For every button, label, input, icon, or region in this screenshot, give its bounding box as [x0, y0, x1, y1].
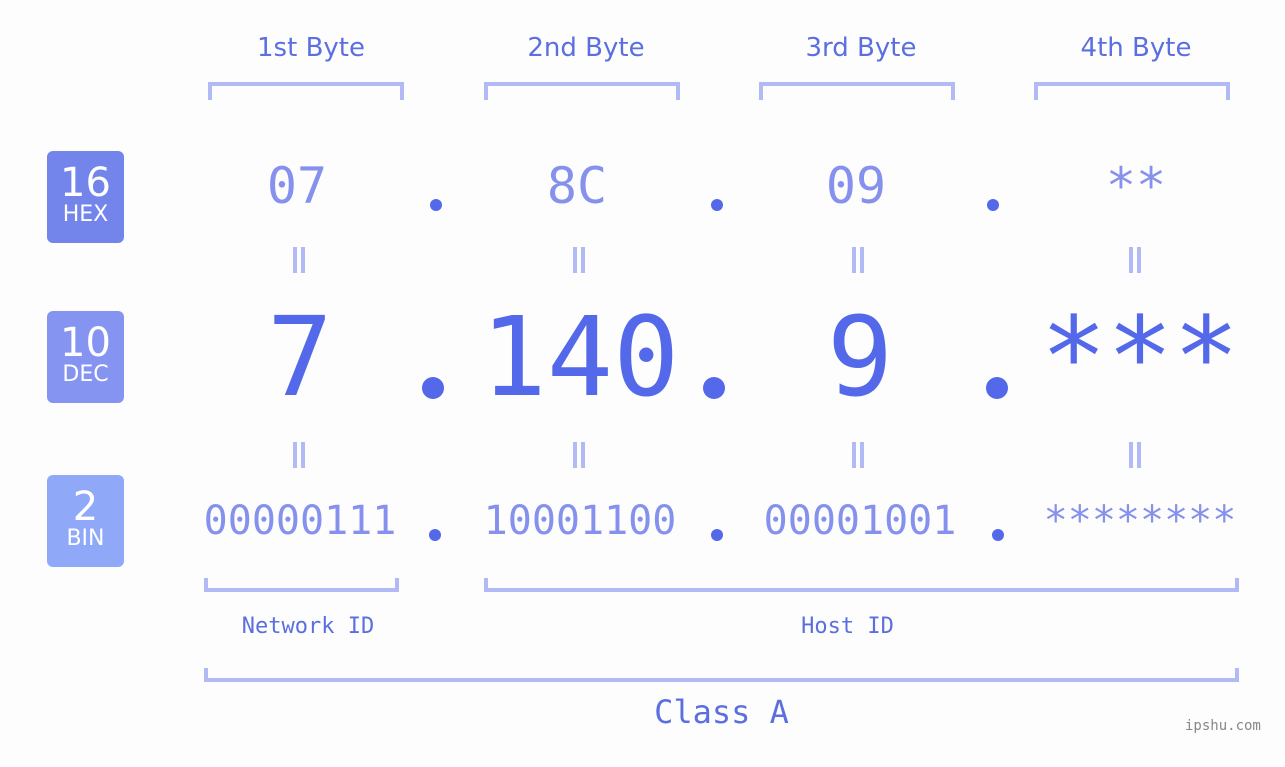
byte-bracket-1: [208, 82, 404, 100]
equals-icon: [571, 247, 587, 273]
dec-badge-label: DEC: [62, 362, 109, 387]
bin-separator-dot: [429, 529, 441, 541]
dec-separator-dot: [703, 377, 725, 399]
bin-byte-2: 10001100: [483, 498, 677, 544]
host-id-bracket: [484, 578, 1239, 592]
byte-header-1: 1st Byte: [257, 33, 365, 63]
bin-badge-label: BIN: [66, 526, 105, 551]
bin-byte-4: ********: [1043, 498, 1237, 544]
dec-separator-dot: [422, 377, 444, 399]
hex-separator-dot: [711, 199, 723, 211]
equals-icon: [1127, 247, 1143, 273]
host-id-label: Host ID: [801, 614, 894, 639]
dec-byte-2: 140: [480, 293, 680, 421]
byte-header-3: 3rd Byte: [805, 33, 917, 63]
network-id-bracket: [204, 578, 399, 592]
equals-icon: [1127, 442, 1143, 468]
network-id-label: Network ID: [241, 614, 375, 639]
class-label: Class A: [654, 693, 789, 731]
hex-byte-3: 09: [825, 157, 887, 215]
equals-icon: [850, 442, 866, 468]
hex-separator-dot: [987, 199, 999, 211]
bin-byte-1: 00000111: [203, 498, 397, 544]
hex-byte-1: 07: [266, 157, 328, 215]
dec-badge: 10 DEC: [47, 311, 124, 403]
dec-byte-1: 7: [266, 293, 334, 421]
bin-separator-dot: [992, 529, 1004, 541]
byte-bracket-2: [484, 82, 680, 100]
dec-separator-dot: [986, 377, 1008, 399]
byte-header-2: 2nd Byte: [527, 33, 645, 63]
equals-icon: [571, 442, 587, 468]
bin-byte-3: 00001001: [763, 498, 957, 544]
equals-icon: [291, 442, 307, 468]
hex-badge: 16 HEX: [47, 151, 124, 243]
bin-badge: 2 BIN: [47, 475, 124, 567]
dec-byte-3: 9: [826, 293, 894, 421]
byte-header-4: 4th Byte: [1080, 33, 1192, 63]
dec-byte-4: ***: [1040, 293, 1240, 421]
dec-badge-number: 10: [60, 320, 111, 366]
class-bracket: [204, 668, 1239, 682]
hex-badge-number: 16: [60, 160, 111, 206]
byte-bracket-3: [759, 82, 955, 100]
equals-icon: [291, 247, 307, 273]
hex-byte-2: 8C: [546, 157, 608, 215]
bin-separator-dot: [711, 529, 723, 541]
hex-byte-4: **: [1105, 157, 1167, 215]
byte-bracket-4: [1034, 82, 1230, 100]
hex-badge-label: HEX: [62, 202, 109, 227]
bin-badge-number: 2: [72, 484, 99, 530]
equals-icon: [850, 247, 866, 273]
hex-separator-dot: [430, 199, 442, 211]
watermark: ipshu.com: [1185, 718, 1261, 734]
